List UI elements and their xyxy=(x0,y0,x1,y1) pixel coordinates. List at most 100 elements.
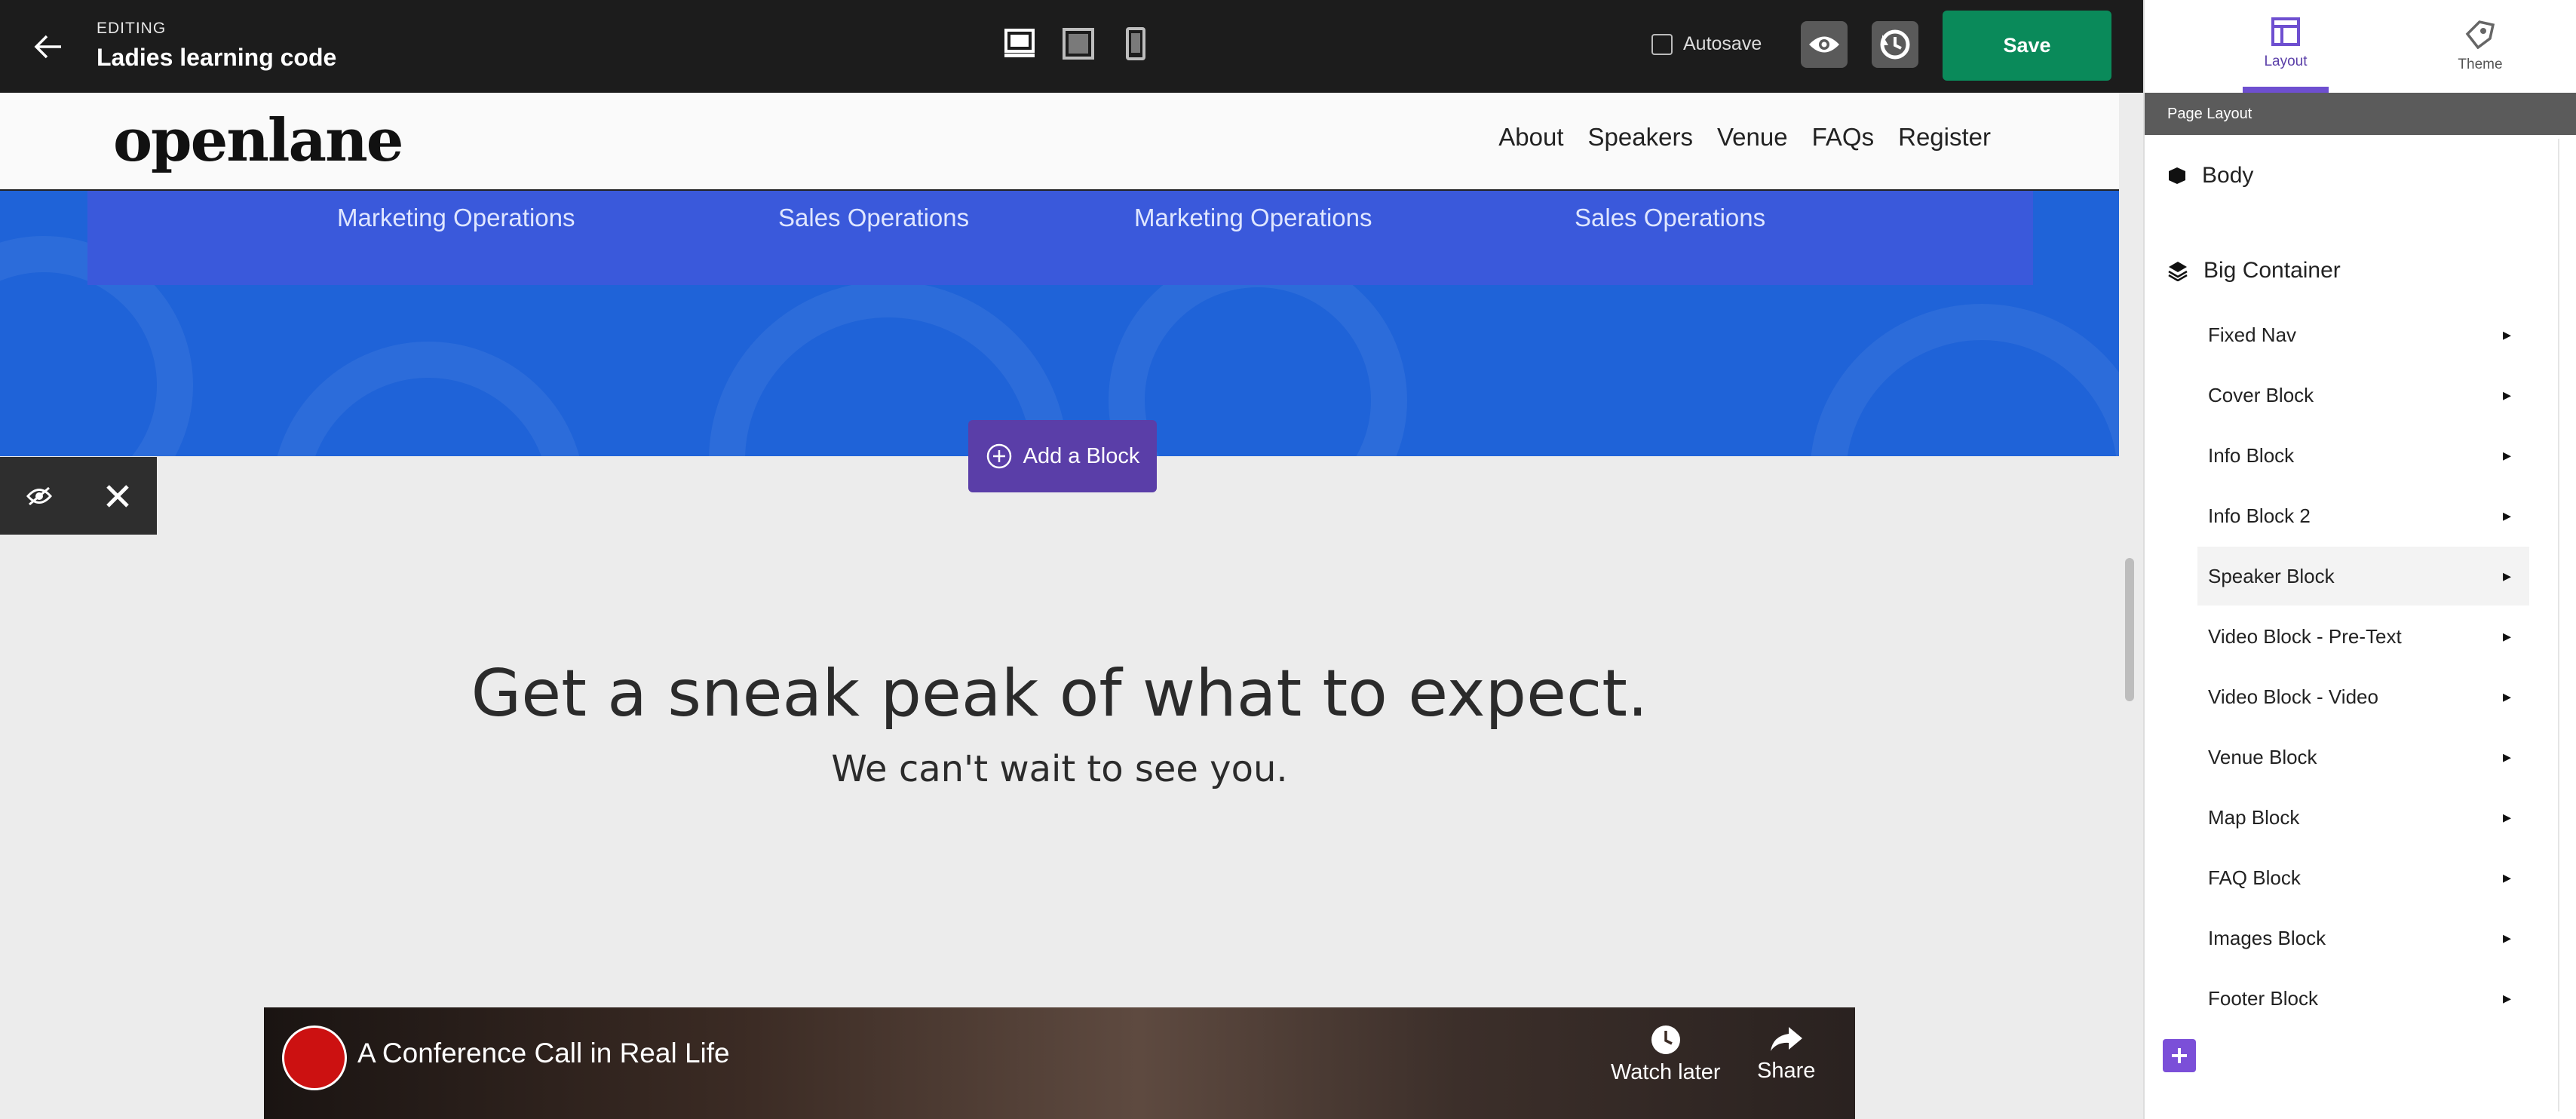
section-headline: Get a sneak peak of what to expect. xyxy=(471,656,1648,731)
save-button[interactable]: Save xyxy=(1943,11,2111,81)
tab-theme-label: Theme xyxy=(2458,56,2503,72)
speaker-role: Marketing Operations xyxy=(337,204,575,231)
chevron-right-icon: ▸ xyxy=(2502,566,2511,585)
autosave-toggle[interactable]: Autosave xyxy=(1651,33,1762,55)
decorative-circle xyxy=(271,342,585,456)
chevron-right-icon: ▸ xyxy=(2502,627,2511,645)
tree-item-info-block-2[interactable]: Info Block 2 ▸ xyxy=(2197,486,2529,545)
chevron-right-icon: ▸ xyxy=(2502,325,2511,344)
block-label: FAQ Block xyxy=(2208,866,2301,889)
nav-link-register[interactable]: Register xyxy=(1898,123,1991,152)
tree-item-faq-block[interactable]: FAQ Block ▸ xyxy=(2197,848,2529,907)
block-label: Video Block - Pre-Text xyxy=(2208,624,2402,648)
preview-button[interactable] xyxy=(1801,21,1848,68)
hide-block-icon[interactable] xyxy=(0,457,78,535)
add-layer-button[interactable] xyxy=(2163,1039,2196,1072)
tree-item-venue-block[interactable]: Venue Block ▸ xyxy=(2197,728,2529,786)
layers-icon xyxy=(2168,262,2188,281)
panel-scrollbar[interactable] xyxy=(2558,139,2567,1111)
channel-avatar[interactable] xyxy=(282,1025,347,1090)
chevron-right-icon: ▸ xyxy=(2502,808,2511,826)
tree-item-container-label: Big Container xyxy=(2203,258,2341,283)
close-icon[interactable] xyxy=(78,457,157,535)
block-label: Info Block xyxy=(2208,443,2295,467)
block-label: Images Block xyxy=(2208,926,2326,949)
history-button[interactable] xyxy=(1872,21,1918,68)
tab-layout-label: Layout xyxy=(2264,53,2308,69)
desktop-view-icon[interactable] xyxy=(1000,26,1039,62)
section-subheadline: We can't wait to see you. xyxy=(831,748,1288,790)
tree-item-info-block[interactable]: Info Block ▸ xyxy=(2197,426,2529,485)
add-block-button[interactable]: Add a Block xyxy=(968,420,1157,492)
plus-icon xyxy=(2172,1048,2187,1063)
tab-layout[interactable]: Layout xyxy=(2243,0,2329,93)
block-label: Video Block - Video xyxy=(2208,685,2378,708)
add-block-label: Add a Block xyxy=(1023,443,1140,468)
layout-panel: Layout Theme Page Layout Body Big Contai… xyxy=(2143,0,2576,1119)
tree-item-video-block-video[interactable]: Video Block - Video ▸ xyxy=(2197,667,2529,726)
canvas-scrollbar[interactable] xyxy=(2125,558,2134,701)
tree-item-body[interactable]: Body xyxy=(2167,163,2253,189)
speaker-role: Sales Operations xyxy=(778,204,970,231)
page-title: Ladies learning code xyxy=(97,44,337,71)
cube-icon xyxy=(2169,167,2185,184)
speaker-roles-panel: Marketing Operations Sales Operations Ma… xyxy=(87,191,2033,285)
watch-later-button[interactable]: Watch later xyxy=(1611,1024,1721,1085)
share-button[interactable]: Share xyxy=(1757,1024,1815,1084)
editing-label: EDITING xyxy=(97,20,167,37)
history-icon xyxy=(1880,29,1910,60)
chevron-right-icon: ▸ xyxy=(2502,446,2511,464)
chevron-right-icon: ▸ xyxy=(2502,928,2511,947)
back-arrow-icon[interactable] xyxy=(27,29,69,65)
editor-toolbar: EDITING Ladies learning code Autosave Sa… xyxy=(0,0,2143,93)
share-label: Share xyxy=(1757,1059,1816,1083)
speaker-role: Marketing Operations xyxy=(1134,204,1372,231)
nav-link-about[interactable]: About xyxy=(1498,123,1563,152)
tab-theme[interactable]: Theme xyxy=(2437,0,2523,93)
site-fixed-nav: openlane About Speakers Venue FAQs Regis… xyxy=(0,93,2119,191)
block-label: Venue Block xyxy=(2208,745,2317,768)
block-label: Cover Block xyxy=(2208,383,2314,406)
watch-later-label: Watch later xyxy=(1611,1060,1721,1084)
nav-link-faqs[interactable]: FAQs xyxy=(1812,123,1875,152)
tree-item-big-container[interactable]: Big Container xyxy=(2167,258,2341,284)
autosave-label: Autosave xyxy=(1683,33,1762,54)
block-tools xyxy=(0,457,157,535)
plus-circle-icon xyxy=(986,443,1011,469)
layout-icon xyxy=(2271,17,2300,46)
tree-item-fixed-nav[interactable]: Fixed Nav ▸ xyxy=(2197,305,2529,364)
tree-item-speaker-block[interactable]: Speaker Block ▸ xyxy=(2197,547,2529,605)
tree-item-footer-block[interactable]: Footer Block ▸ xyxy=(2197,969,2529,1028)
tree-item-video-block-pre-text[interactable]: Video Block - Pre-Text ▸ xyxy=(2197,607,2529,666)
speaker-block-section: Marketing Operations Sales Operations Ma… xyxy=(0,191,2119,456)
nav-link-speakers[interactable]: Speakers xyxy=(1588,123,1693,152)
share-icon xyxy=(1770,1027,1802,1051)
block-label: Map Block xyxy=(2208,805,2300,829)
eye-icon xyxy=(1809,36,1839,53)
chevron-right-icon: ▸ xyxy=(2502,868,2511,887)
block-label: Footer Block xyxy=(2208,986,2318,1010)
tablet-view-icon[interactable] xyxy=(1059,26,1098,62)
nav-link-venue[interactable]: Venue xyxy=(1717,123,1788,152)
block-label: Speaker Block xyxy=(2208,564,2335,587)
chevron-right-icon: ▸ xyxy=(2502,989,2511,1007)
block-label: Fixed Nav xyxy=(2208,323,2297,346)
chevron-right-icon: ▸ xyxy=(2502,385,2511,404)
block-label: Info Block 2 xyxy=(2208,504,2311,527)
video-embed[interactable]: A Conference Call in Real Life Watch lat… xyxy=(264,1007,1855,1119)
chevron-right-icon: ▸ xyxy=(2502,506,2511,525)
speaker-role: Sales Operations xyxy=(1575,204,1766,231)
panel-section-header: Page Layout xyxy=(2145,93,2576,135)
clock-icon xyxy=(1651,1025,1680,1054)
theme-icon xyxy=(2465,20,2495,49)
tree-item-map-block[interactable]: Map Block ▸ xyxy=(2197,788,2529,847)
site-nav-links: About Speakers Venue FAQs Register xyxy=(1498,123,1991,152)
tree-item-images-block[interactable]: Images Block ▸ xyxy=(2197,909,2529,967)
decorative-circle xyxy=(1810,304,2119,456)
mobile-view-icon[interactable] xyxy=(1116,26,1155,62)
site-logo[interactable]: openlane xyxy=(113,106,403,175)
video-title[interactable]: A Conference Call in Real Life xyxy=(357,1038,730,1069)
chevron-right-icon: ▸ xyxy=(2502,687,2511,706)
autosave-checkbox[interactable] xyxy=(1651,33,1673,55)
tree-item-cover-block[interactable]: Cover Block ▸ xyxy=(2197,366,2529,425)
